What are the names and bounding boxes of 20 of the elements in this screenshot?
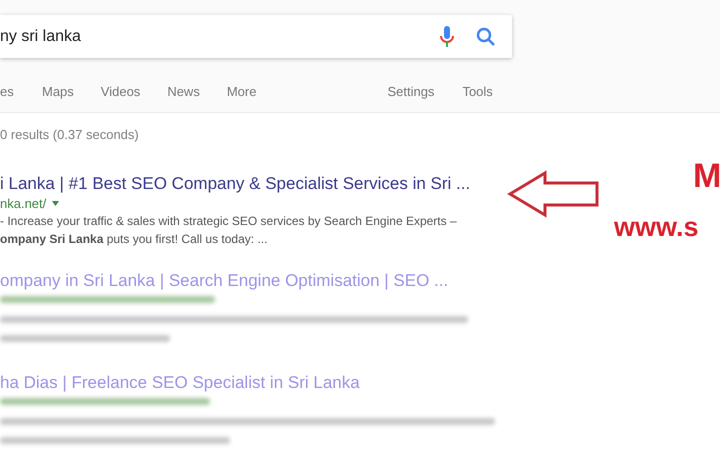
search-tab[interactable]: Videos <box>100 82 140 102</box>
search-tab[interactable]: Maps <box>42 82 74 102</box>
microphone-icon[interactable] <box>440 26 454 48</box>
search-tab[interactable]: More <box>226 82 256 102</box>
dropdown-caret-icon[interactable] <box>52 200 60 206</box>
annotation-heading: M <box>693 159 720 193</box>
search-tab[interactable]: es <box>0 82 42 102</box>
result-url[interactable]: nka.net/ <box>0 194 46 212</box>
result-title[interactable]: ompany in Sri Lanka | Search Engine Optimisation | SEO ... <box>0 270 448 292</box>
result-title[interactable]: ha Dias | Freelance SEO Specialist in Sri Lanka <box>0 372 360 394</box>
result-title[interactable]: i Lanka | #1 Best SEO Company & Specialist Services in Sri ... <box>0 172 470 194</box>
annotation-website: www.s <box>614 214 699 241</box>
result-snippet: - Increase your traffic & sales with strategic SEO services by Search Engine Experts – <box>0 212 457 230</box>
tool-link[interactable]: Tools <box>462 82 493 102</box>
search-tab[interactable]: News <box>167 82 200 102</box>
arrow-icon <box>507 170 601 218</box>
result-stats: 0 results (0.37 seconds) <box>0 126 140 144</box>
search-icon[interactable] <box>476 26 496 46</box>
result-snippet: ompany Sri Lanka puts you first! Call us today: ... <box>0 230 268 248</box>
tool-link[interactable]: Settings <box>387 82 434 102</box>
